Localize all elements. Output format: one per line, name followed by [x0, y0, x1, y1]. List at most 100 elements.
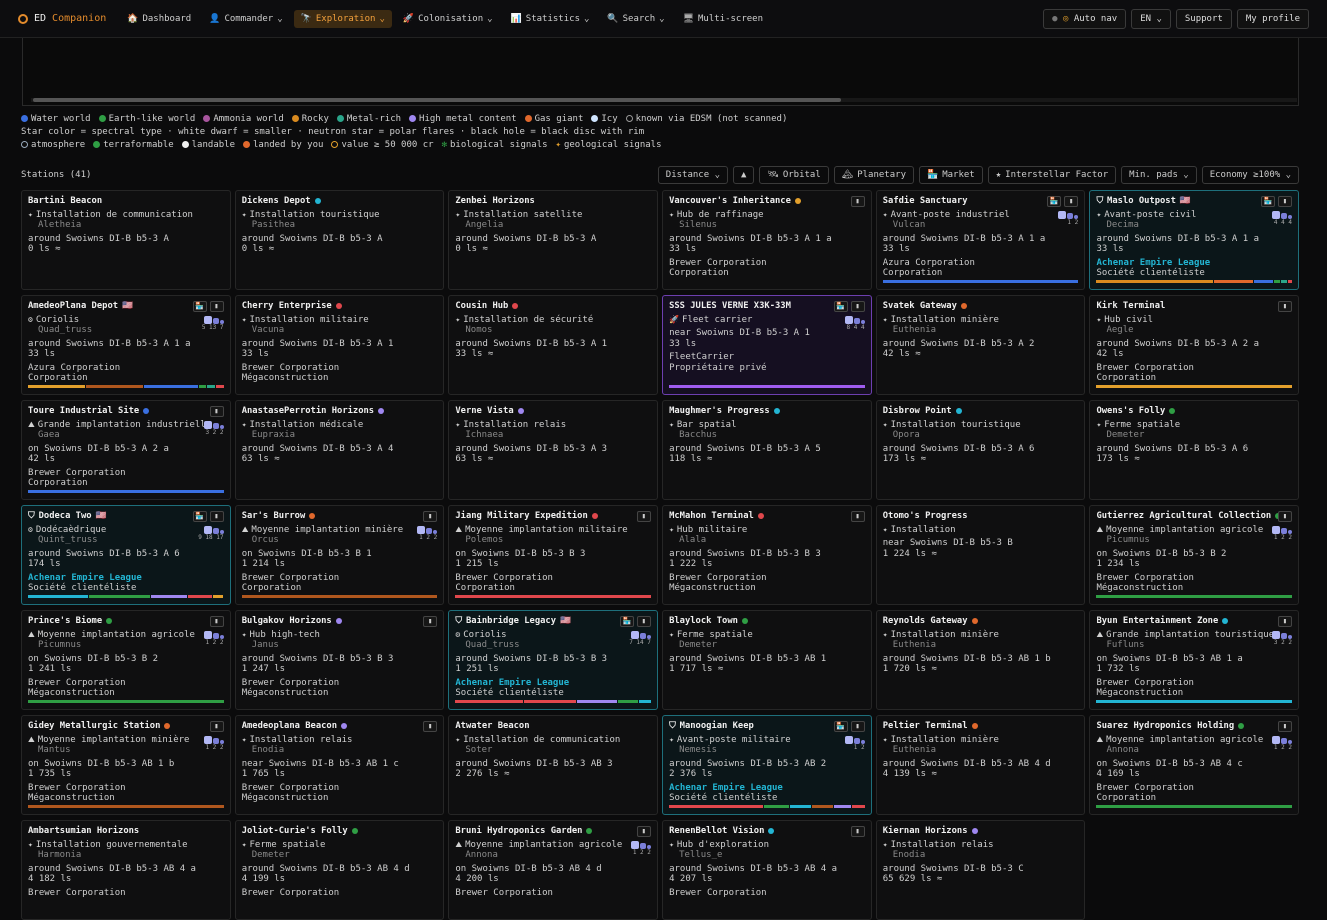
station-card[interactable]: Reynolds Gateway ✦ Installation minière Eut… [875, 610, 1086, 710]
filter-4[interactable]: 🏪 Market [919, 166, 983, 184]
economy-dot-icon [341, 723, 348, 730]
market-button[interactable]: 🏪 [833, 721, 848, 732]
market-button[interactable]: 🏪 [619, 616, 634, 627]
station-card[interactable]: Atwater Beacon ✦ Installation de communica… [448, 715, 658, 815]
nav-commander[interactable]: 👤 Commander ⌄ [202, 10, 289, 28]
station-card[interactable]: Verne Vista ✦ Installation relais Ichnaea ar… [448, 400, 658, 500]
station-card[interactable]: Dickens Depot ✦ Installation touristique Pa… [234, 190, 445, 290]
copy-button[interactable]: ▮ [850, 826, 865, 837]
station-card[interactable]: Bartini Beacon ✦ Installation de communica… [21, 190, 231, 290]
nav-dashboard[interactable]: 🏠 Dashboard [120, 10, 198, 28]
station-card[interactable]: Byun Entertainment Zone ⛰ Grande implantat… [1089, 610, 1299, 710]
station-card[interactable]: ⛉ Bainbridge Legacy 🇺🇸 ⚙ Coriolis Quad_truss a… [448, 610, 658, 710]
station-card[interactable]: Toure Industrial Site ⛰ Grande implantatio… [21, 400, 231, 500]
copy-button[interactable]: ▮ [423, 616, 438, 627]
copy-button[interactable]: ▮ [1064, 196, 1079, 207]
nav-multi-screen[interactable]: 🖥 Multi-screen [676, 10, 770, 28]
copy-button[interactable]: ▮ [209, 511, 224, 522]
station-card[interactable]: AmedeoPlana Depot 🇺🇸 ⚙ Coriolis Quad_truss ar… [21, 295, 231, 395]
station-card[interactable]: Bruni Hydroponics Garden ⛰ Moyenne implant… [448, 820, 658, 920]
market-button[interactable]: 🏪 [1047, 196, 1062, 207]
copy-button[interactable]: ▮ [209, 616, 224, 627]
station-body-name: Quad_truss [465, 640, 520, 650]
station-card[interactable]: Gutierrez Agricultural Collection ⛰ Moyenn… [1089, 505, 1299, 605]
card-actions: ▮ [1277, 616, 1292, 627]
system-map-panel[interactable] [22, 38, 1299, 106]
station-card[interactable]: Disbrow Point ✦ Installation touristique Op… [875, 400, 1086, 500]
language-select[interactable]: EN ⌄ [1131, 8, 1171, 29]
station-card[interactable]: Vancouver's Inheritance ✦ Hub de raffinage… [662, 190, 872, 290]
station-card[interactable]: ⛉ Manoogian Keep ✦ Avant-poste militaire Nem… [662, 715, 872, 815]
copy-button[interactable]: ▮ [423, 511, 438, 522]
copy-button[interactable]: ▮ [850, 511, 865, 522]
station-card[interactable]: Kiernan Horizons ✦ Installation relais Enod… [875, 820, 1086, 920]
market-button[interactable]: 🏪 [192, 301, 207, 312]
copy-button[interactable]: ▮ [850, 721, 865, 732]
horizontal-scrollbar[interactable] [31, 98, 1297, 102]
support-button[interactable]: Support [1175, 8, 1232, 29]
station-card[interactable]: Svatek Gateway ✦ Installation minière Euthe… [875, 295, 1086, 395]
profile-button[interactable]: My profile [1236, 8, 1309, 29]
station-card[interactable]: Cousin Hub ✦ Installation de sécurité Nomos… [448, 295, 658, 395]
station-card[interactable]: McMahon Terminal ✦ Hub militaire Alala aroun… [662, 505, 872, 605]
station-card[interactable]: Otomo's Progress ✦ Installation near Swoiwn… [875, 505, 1086, 605]
filter-2[interactable]: 🛰 Orbital [759, 166, 829, 184]
station-card[interactable]: Blaylock Town ✦ Ferme spatiale Demeter aroun… [662, 610, 872, 710]
station-card[interactable]: Zenbei Horizons ✦ Installation satellite An… [448, 190, 658, 290]
station-body-name: Mantus [38, 745, 71, 755]
station-card[interactable]: Prince's Biome ⛰ Moyenne implantation agri… [21, 610, 231, 710]
station-card[interactable]: Owens's Folly ✦ Ferme spatiale Demeter aroun… [1089, 400, 1299, 500]
station-card[interactable]: AnastasePerrotin Horizons ✦ Installation m… [234, 400, 445, 500]
copy-button[interactable]: ▮ [1277, 301, 1292, 312]
station-card[interactable]: Safdie Sanctuary ✦ Avant-poste industriel V… [875, 190, 1086, 290]
station-card[interactable]: Amedeoplana Beacon ✦ Installation relais En… [234, 715, 445, 815]
station-card[interactable]: Cherry Enterprise ✦ Installation militaire… [234, 295, 445, 395]
economy-segment [28, 805, 224, 808]
filter-5[interactable]: ★ Interstellar Factor [987, 166, 1117, 184]
nav-colonisation[interactable]: 🚀 Colonisation ⌄ [396, 10, 500, 28]
station-card[interactable]: Bulgakov Horizons ✦ Hub high-tech Janus arou… [234, 610, 445, 710]
station-card[interactable]: Gidey Metallurgic Station ⛰ Moyenne implan… [21, 715, 231, 815]
station-card[interactable]: Maughmer's Progress ✦ Bar spatial Bacchus ar… [662, 400, 872, 500]
copy-button[interactable]: ▮ [850, 301, 865, 312]
scrollbar-thumb[interactable] [33, 98, 841, 102]
station-card[interactable]: Sar's Burrow ⛰ Moyenne implantation minièr… [234, 505, 445, 605]
station-card[interactable]: RenenBellot Vision ✦ Hub d'exploration Tell… [662, 820, 872, 920]
filter-6[interactable]: Min. pads ⌄ [1121, 166, 1197, 184]
filter-1[interactable]: ▲ [732, 166, 755, 184]
station-distance: 4 139 ls ≈ [882, 769, 937, 779]
copy-button[interactable]: ▮ [1277, 721, 1292, 732]
copy-button[interactable]: ▮ [636, 616, 651, 627]
filter-0[interactable]: Distance ⌄ [657, 166, 728, 184]
nav-statistics[interactable]: 📊 Statistics ⌄ [504, 10, 597, 28]
copy-button[interactable]: ▮ [636, 826, 651, 837]
market-button[interactable]: 🏪 [833, 301, 848, 312]
copy-button[interactable]: ▮ [209, 301, 224, 312]
copy-button[interactable]: ▮ [1277, 511, 1292, 522]
station-card[interactable]: ⛉ Maslo Outpost 🇺🇸 ✦ Avant-poste civil Decima… [1089, 190, 1299, 290]
copy-button[interactable]: ▮ [209, 721, 224, 732]
copy-button[interactable]: ▮ [423, 721, 438, 732]
copy-button[interactable]: ▮ [1277, 616, 1292, 627]
nav-exploration[interactable]: 🔭 Exploration ⌄ [293, 9, 392, 28]
filter-7[interactable]: Economy ≥100% ⌄ [1201, 166, 1299, 184]
filter-3[interactable]: 🏔 Planetary [833, 166, 914, 184]
station-card[interactable]: Kirk Terminal ✦ Hub civil Aegle around Swoiw… [1089, 295, 1299, 395]
station-card[interactable]: Suarez Hydroponics Holding ⛰ Moyenne impla… [1089, 715, 1299, 815]
copy-button[interactable]: ▮ [209, 406, 224, 417]
station-card[interactable]: ⛉ Dodeca Two 🇺🇸 ⚙ Dodécaèdrique Quint_truss ar… [21, 505, 231, 605]
auto-nav-button[interactable]: ● ◎ Auto nav [1043, 8, 1127, 29]
copy-button[interactable]: ▮ [850, 196, 865, 207]
station-card[interactable]: Jiang Military Expedition ⛰ Moyenne implan… [448, 505, 658, 605]
nav-search[interactable]: 🔍 Search ⌄ [600, 10, 671, 28]
copy-button[interactable]: ▮ [1277, 196, 1292, 207]
station-card[interactable]: Ambartsumian Horizons ✦ Installation gouve… [21, 820, 231, 920]
station-card[interactable]: SSS JULES VERNE X3K-33M 🚀 Fleet carrier nea… [662, 295, 872, 395]
station-card[interactable]: Peltier Terminal ✦ Installation minière Eut… [875, 715, 1086, 815]
app-logo[interactable]: ED Companion [18, 13, 106, 24]
copy-button[interactable]: ▮ [636, 511, 651, 522]
station-name-row: Sar's Burrow [242, 511, 438, 522]
station-card[interactable]: Joliot-Curie's Folly ✦ Ferme spatiale Demet… [234, 820, 445, 920]
market-button[interactable]: 🏪 [192, 511, 207, 522]
market-button[interactable]: 🏪 [1260, 196, 1275, 207]
